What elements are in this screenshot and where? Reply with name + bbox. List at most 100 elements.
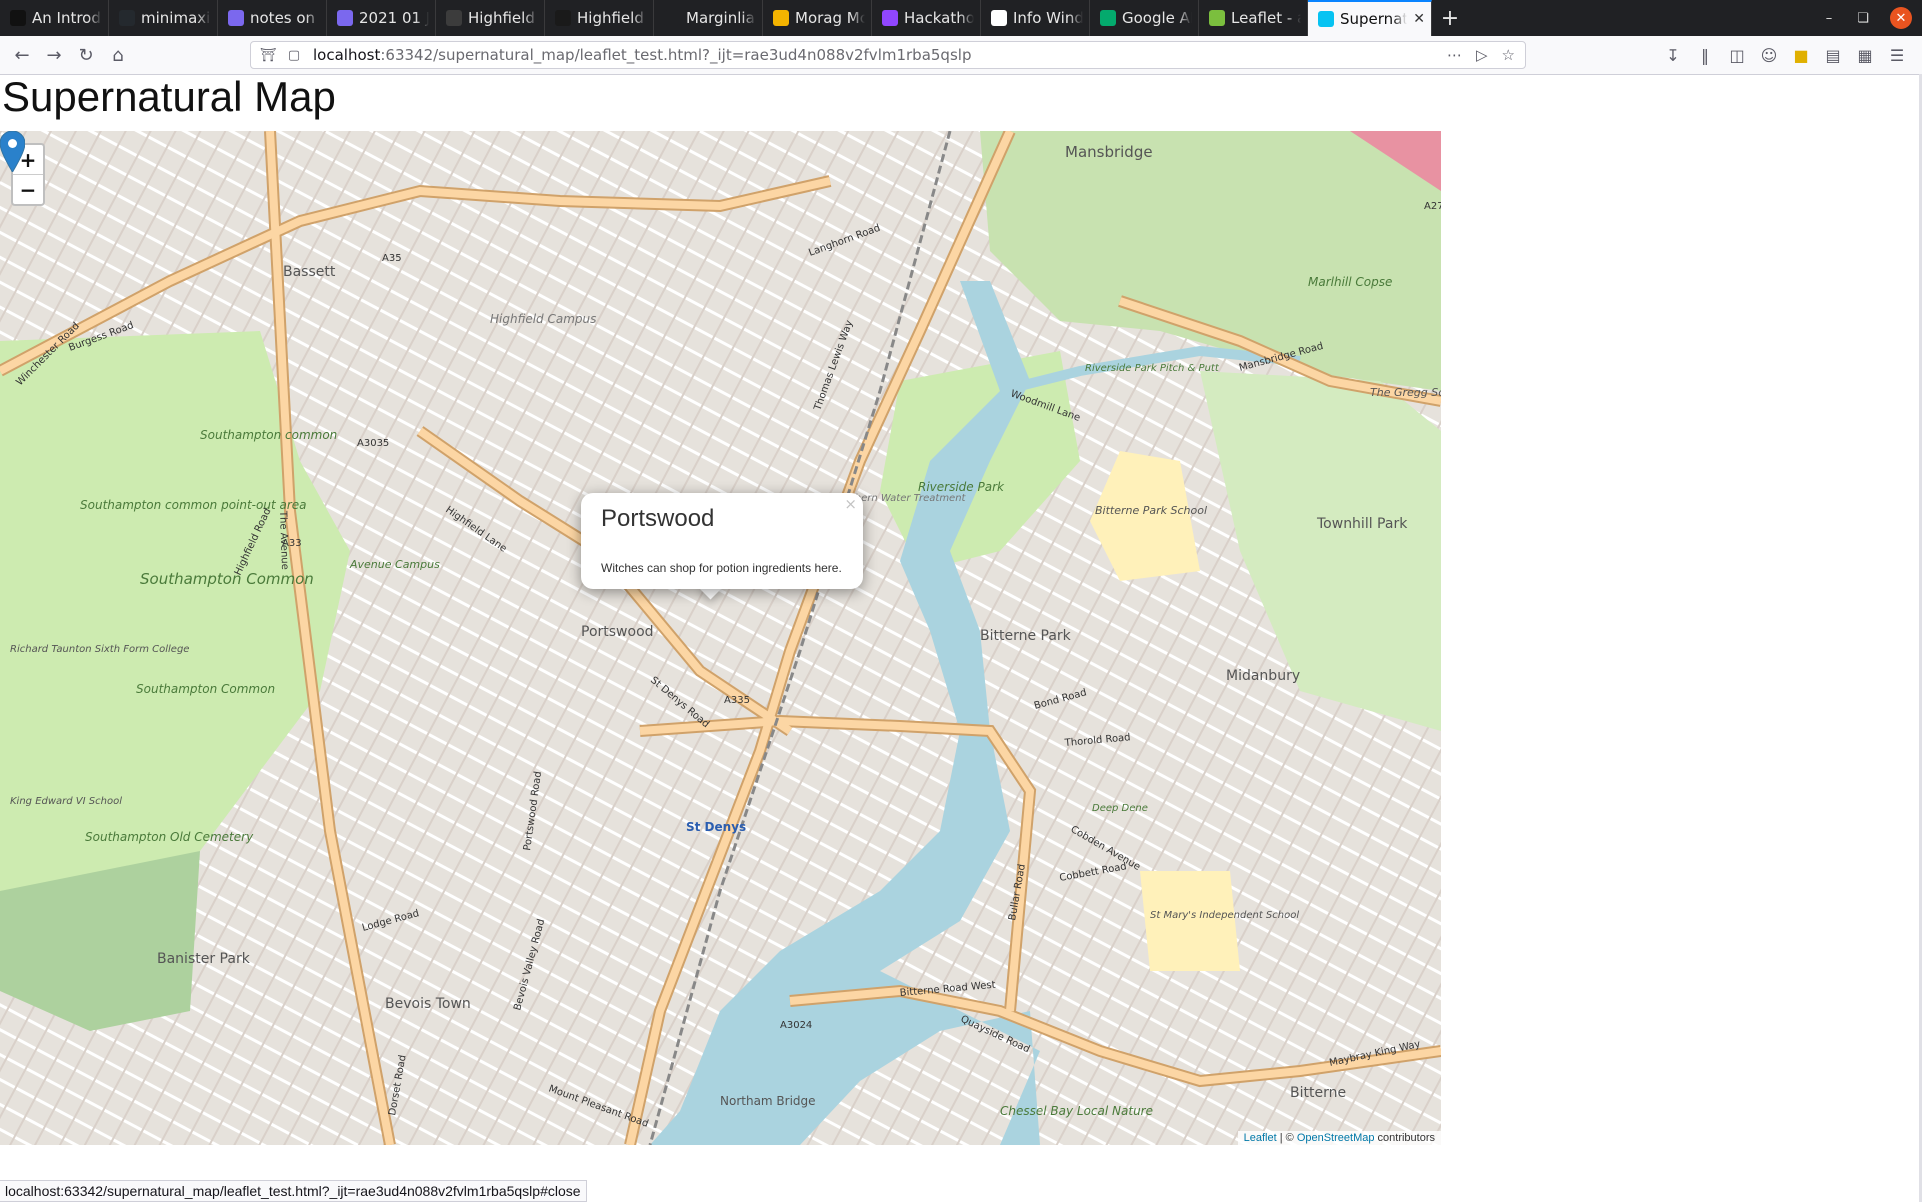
map-tiles[interactable]: Mansbridge Bassett Highfield Campus Sout…	[0, 131, 1441, 1145]
browser-tab[interactable]: Highfield Hack	[545, 0, 654, 36]
map-label: Riverside Park Pitch & Putt	[1085, 363, 1220, 374]
road-label: A335	[724, 695, 750, 706]
browser-tab[interactable]: Supernatur ✕	[1308, 0, 1432, 36]
leaflet-link[interactable]: Leaflet	[1244, 1132, 1277, 1144]
extension-icon[interactable]: ▦	[1854, 46, 1876, 65]
tab-label: Highfield Hack	[577, 9, 647, 27]
page-title: Supernatural Map	[2, 73, 336, 120]
shield-icon[interactable]: ⛩	[259, 48, 277, 63]
map-label: St Mary's Independent School	[1150, 910, 1299, 921]
medium-icon	[10, 10, 26, 26]
github-icon	[119, 10, 135, 26]
downloads-icon[interactable]: ↧	[1662, 46, 1684, 65]
leaf-icon	[1209, 10, 1225, 26]
minimize-icon[interactable]: –	[1812, 11, 1846, 26]
road-label: A27	[1424, 201, 1441, 212]
zoom-out-button[interactable]: −	[13, 174, 43, 204]
map-label: Bassett	[283, 264, 336, 280]
account-icon[interactable]: ☺	[1758, 46, 1780, 65]
navigation-bar: ← → ↻ ⌂ ⛩ ▢ localhost:63342/supernatural…	[0, 36, 1922, 75]
map-label: Richard Taunton Sixth Form College	[10, 644, 189, 655]
twitch-icon	[882, 10, 898, 26]
extension-badge-icon[interactable]: ■	[1790, 46, 1812, 65]
leaflet-map[interactable]: Mansbridge Bassett Highfield Campus Sout…	[0, 131, 1441, 1145]
popup-title: Portswood	[601, 505, 715, 532]
sidebar-icon[interactable]: ◫	[1726, 46, 1748, 65]
map-label: Deep Dene	[1092, 803, 1148, 814]
browser-tab[interactable]: Google API Tut	[1090, 0, 1199, 36]
map-label: Highfield Campus	[490, 312, 596, 326]
browser-tab[interactable]: Marginlia in the L	[654, 0, 763, 36]
tab-label: 2021 01 Janua	[359, 9, 429, 27]
url-bar[interactable]: ⛩ ▢ localhost:63342/supernatural_map/lea…	[250, 41, 1526, 69]
restore-icon[interactable]: ❏	[1846, 11, 1880, 26]
map-marker-icon[interactable]	[0, 131, 25, 172]
map-label: King Edward VI School	[10, 796, 122, 807]
attribution-separator: | ©	[1276, 1132, 1297, 1144]
page-actions-icon[interactable]: ⋯	[1447, 46, 1462, 64]
url-text[interactable]: localhost:63342/supernatural_map/leaflet…	[313, 46, 971, 64]
menu-icon[interactable]: ☰	[1886, 46, 1908, 65]
attribution-suffix: contributors	[1374, 1132, 1435, 1144]
map-label: Portswood	[581, 624, 654, 640]
map-label: Mansbridge	[1065, 143, 1153, 161]
map-label: Southampton Common	[140, 570, 314, 588]
map-popup: Portswood Witches can shop for potion in…	[581, 493, 863, 589]
window-controls: – ❏ ✕	[1812, 0, 1922, 36]
pocket-icon[interactable]: ▷	[1476, 46, 1488, 64]
school-grounds-2	[1140, 871, 1240, 971]
browser-tab[interactable]: Highfield H	[436, 0, 545, 36]
tab-label: Google API Tut	[1122, 9, 1192, 27]
browser-tab[interactable]: minimaxir/aite	[109, 0, 218, 36]
browser-tab[interactable]: Info Windows	[981, 0, 1090, 36]
popup-close-button[interactable]: ×	[844, 495, 857, 513]
browser-tab[interactable]: Morag McLean	[763, 0, 872, 36]
tab-close-icon[interactable]: ✕	[1413, 11, 1425, 27]
tab-label: Marginlia in the L	[686, 9, 756, 27]
tab-label: Info Windows	[1013, 9, 1083, 27]
tab-label: Highfield H	[468, 9, 538, 27]
blank-icon	[664, 10, 680, 26]
window-close-icon[interactable]: ✕	[1890, 7, 1912, 29]
forward-icon[interactable]: →	[38, 39, 70, 71]
map-label: Bitterne Park School	[1095, 504, 1207, 517]
map-label: Banister Park	[157, 951, 251, 967]
status-bar-url: localhost:63342/supernatural_map/leaflet…	[0, 1180, 587, 1202]
maps-dev-icon	[991, 10, 1007, 26]
map-attribution: Leaflet | © OpenStreetMap contributors	[1237, 1131, 1441, 1145]
tab-label: Leaflet - a Java	[1231, 9, 1301, 27]
map-label: Marlhill Copse	[1308, 275, 1392, 289]
browser-tab[interactable]: 2021 01 Janua	[327, 0, 436, 36]
home-icon[interactable]: ⌂	[102, 39, 134, 71]
openstreetmap-link[interactable]: OpenStreetMap	[1297, 1132, 1375, 1144]
map-label: Chessel Bay Local Nature	[1000, 1104, 1153, 1118]
popup-text: Witches can shop for potion ingredients …	[601, 561, 842, 575]
new-tab-button[interactable]: +	[1432, 0, 1468, 36]
browser-tab[interactable]: An Introductio	[0, 0, 109, 36]
browser-tab[interactable]: notes on surv	[218, 0, 327, 36]
tab-label: HackathonsUK	[904, 9, 974, 27]
w3-icon	[1100, 10, 1116, 26]
page-info-icon[interactable]: ▢	[285, 48, 303, 63]
library-icon[interactable]: ‖	[1694, 46, 1716, 65]
map-label: Bitterne	[1290, 1085, 1346, 1101]
letter-d-icon	[555, 10, 571, 26]
tab-label: notes on surv	[250, 9, 320, 27]
tab-label: Supernatur	[1340, 10, 1407, 28]
anchor-icon	[446, 10, 462, 26]
map-label: Northam Bridge	[720, 1094, 816, 1108]
tab-label: Morag McLean	[795, 9, 865, 27]
back-icon[interactable]: ←	[6, 39, 38, 71]
map-label: Southampton common point-out area	[80, 498, 307, 512]
reader-icon[interactable]: ▤	[1822, 46, 1844, 65]
browser-tab[interactable]: Leaflet - a Java	[1199, 0, 1308, 36]
map-label: Southampton Old Cemetery	[85, 830, 254, 844]
bookmark-star-icon[interactable]: ☆	[1502, 46, 1515, 64]
map-label: Bevois Town	[385, 996, 471, 1012]
doc-icon	[228, 10, 244, 26]
browser-tab[interactable]: HackathonsUK	[872, 0, 981, 36]
reload-icon[interactable]: ↻	[70, 39, 102, 71]
map-label: Avenue Campus	[349, 558, 440, 571]
map-label: Townhill Park	[1316, 516, 1408, 532]
doc-icon	[337, 10, 353, 26]
